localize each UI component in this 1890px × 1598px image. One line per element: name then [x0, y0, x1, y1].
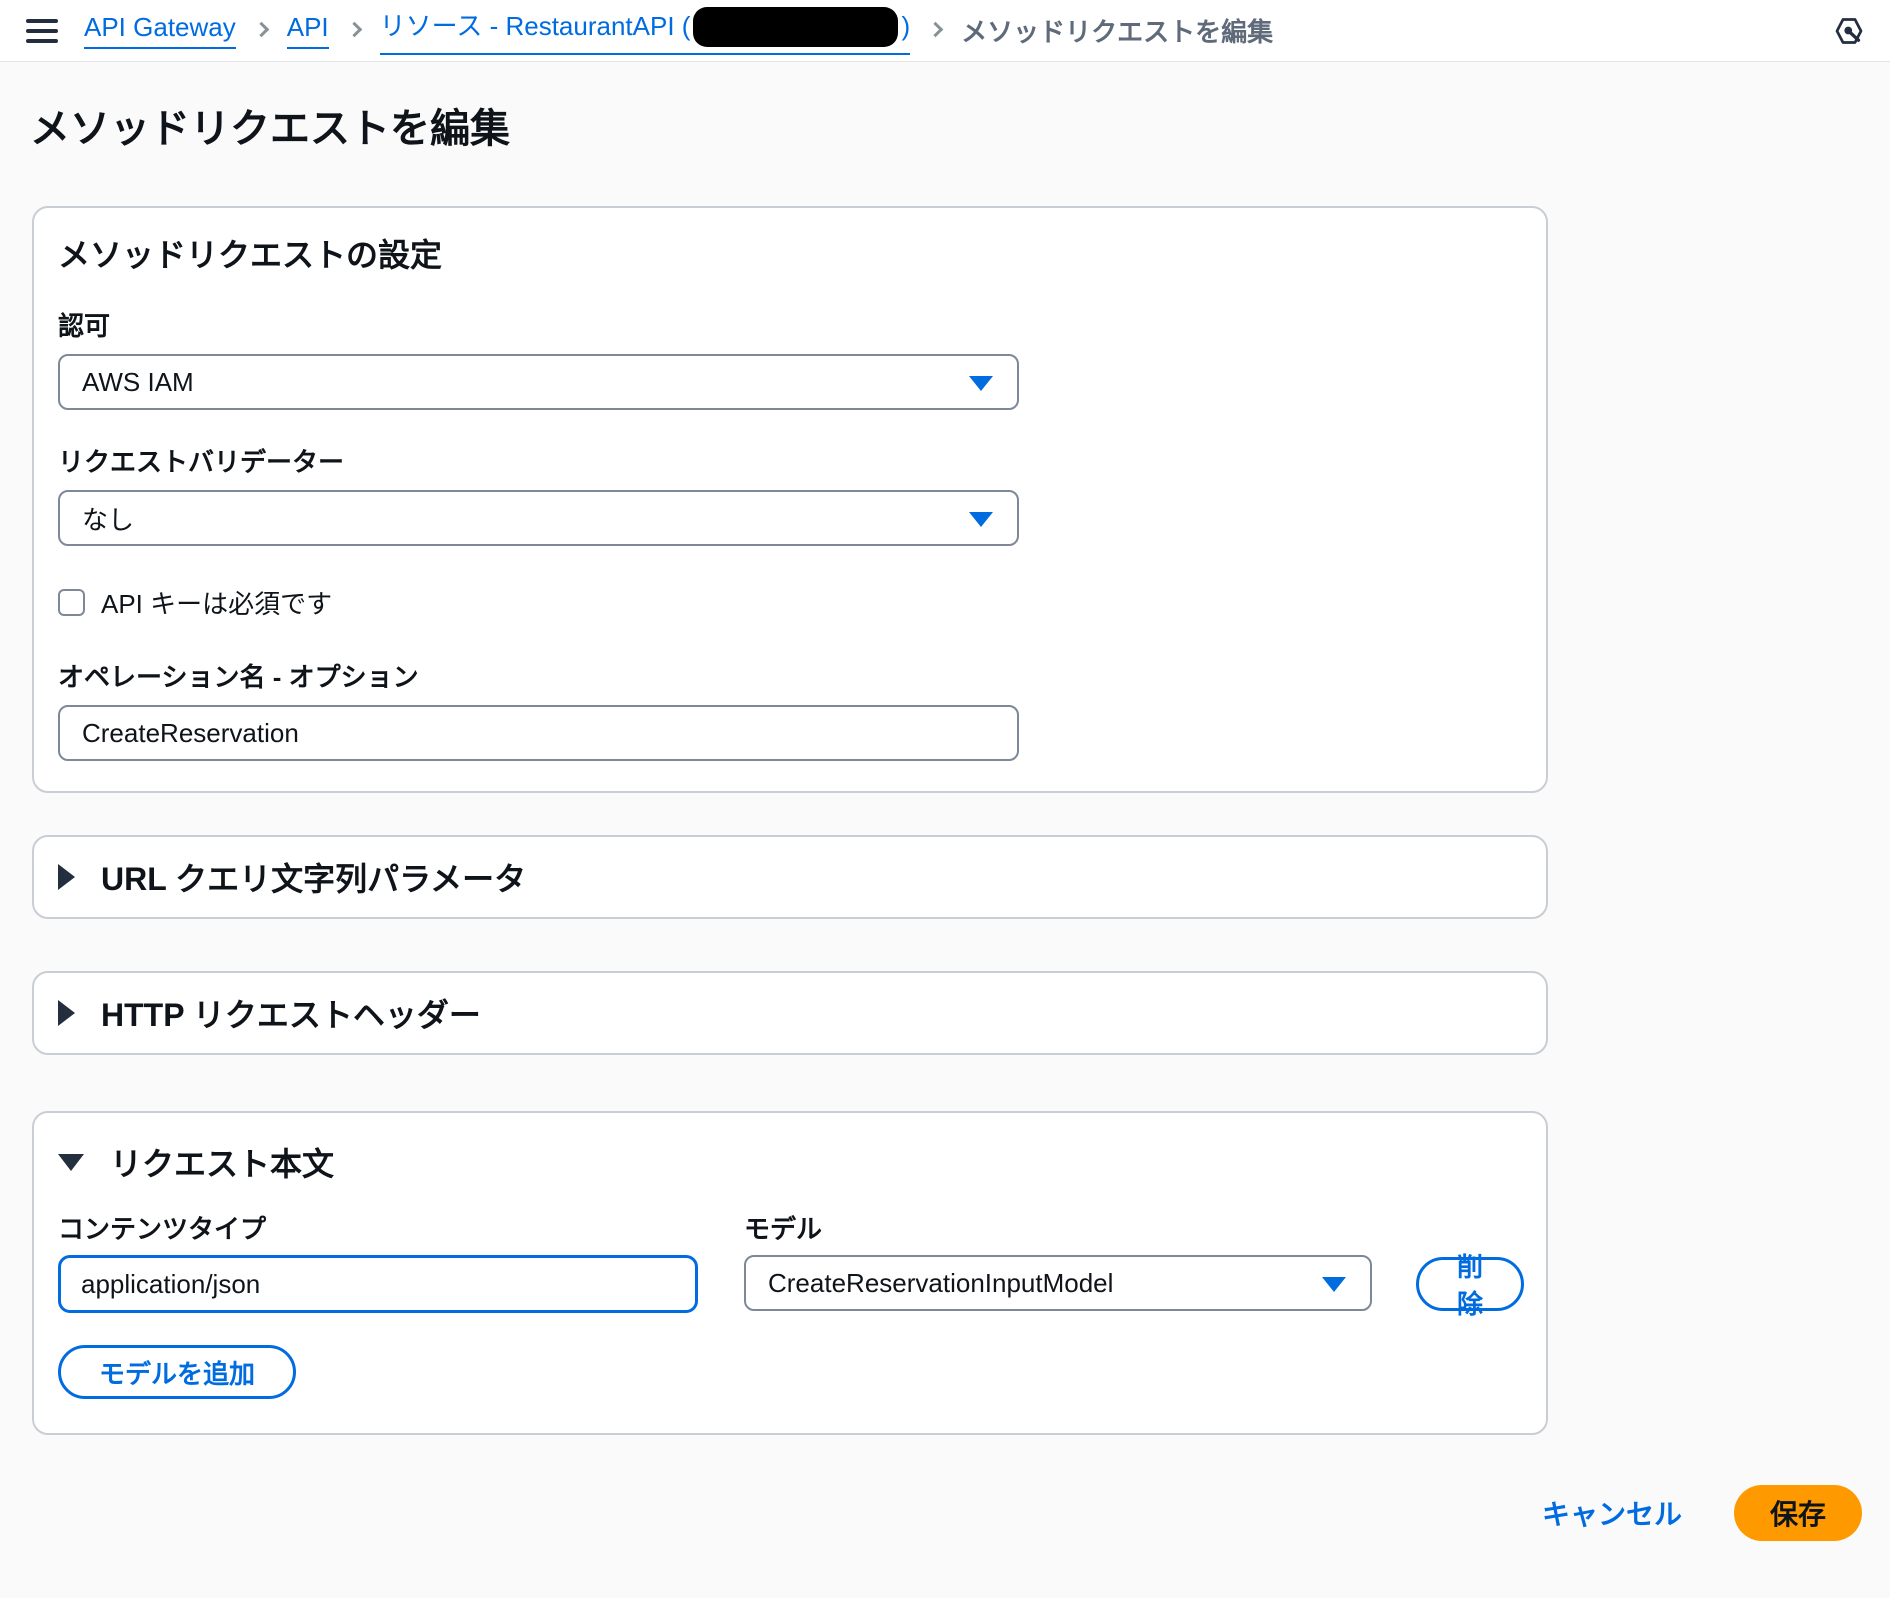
breadcrumb-resource-suffix: ): [901, 10, 911, 41]
request-body-header[interactable]: リクエスト本文: [58, 1143, 1522, 1182]
breadcrumb: API Gateway API リソース - RestaurantAPI () …: [84, 6, 1274, 56]
request-validator-selected-value: なし: [82, 504, 135, 535]
chevron-right-icon: [253, 21, 270, 38]
request-body-section: リクエスト本文 コンテンツタイプ モデル CreateReservationIn…: [32, 1111, 1548, 1435]
url-query-params-title: URL クエリ文字列パラメータ: [101, 861, 527, 897]
method-request-settings-card: メソッドリクエストの設定 認可 AWS IAM リクエストバリデーター なし A…: [32, 206, 1548, 793]
amazon-q-icon[interactable]: [1834, 16, 1864, 46]
top-navigation-bar: API Gateway API リソース - RestaurantAPI () …: [0, 0, 1890, 62]
caret-right-icon: [58, 864, 75, 890]
caret-down-icon: [1322, 1277, 1346, 1292]
delete-model-button[interactable]: 削除: [1416, 1252, 1525, 1319]
chevron-right-icon: [346, 21, 362, 38]
authorization-selected-value: AWS IAM: [82, 366, 194, 397]
settings-card-title: メソッドリクエストの設定: [58, 237, 443, 273]
authorization-select[interactable]: AWS IAM: [58, 354, 1019, 410]
model-row-actions: 削除: [1416, 1213, 1525, 1319]
breadcrumb-current-page: メソッドリクエストを編集: [961, 17, 1274, 47]
request-body-title: リクエスト本文: [110, 1146, 335, 1182]
authorization-label: 認可: [58, 311, 111, 341]
breadcrumb-link-resource[interactable]: リソース - RestaurantAPI (): [379, 6, 911, 56]
http-request-headers-section[interactable]: HTTP リクエストヘッダー: [32, 971, 1548, 1055]
model-selected-value: CreateReservationInputModel: [768, 1267, 1114, 1298]
url-query-params-section[interactable]: URL クエリ文字列パラメータ: [32, 835, 1548, 919]
menu-icon[interactable]: [26, 18, 58, 43]
api-key-required-checkbox[interactable]: [58, 589, 85, 616]
request-validator-label: リクエストバリデーター: [58, 447, 345, 477]
breadcrumb-link-api[interactable]: API: [286, 12, 329, 49]
operation-name-input[interactable]: [58, 705, 1019, 761]
request-body-model-row: コンテンツタイプ モデル CreateReservationInputModel…: [58, 1213, 1525, 1319]
caret-down-icon: [969, 512, 993, 527]
breadcrumb-link-api-gateway[interactable]: API Gateway: [84, 12, 236, 49]
model-select[interactable]: CreateReservationInputModel: [744, 1255, 1372, 1311]
request-validator-select[interactable]: なし: [58, 490, 1019, 546]
cancel-button[interactable]: キャンセル: [1542, 1493, 1682, 1533]
chevron-right-icon: [927, 21, 944, 38]
api-key-required-label: API キーは必須です: [101, 589, 333, 619]
model-field: モデル CreateReservationInputModel: [744, 1213, 1372, 1313]
caret-right-icon: [58, 1000, 75, 1026]
breadcrumb-resource-text: リソース - RestaurantAPI (: [379, 10, 691, 41]
caret-down-icon: [58, 1153, 84, 1171]
model-label: モデル: [744, 1214, 823, 1244]
form-actions: キャンセル 保存: [32, 1485, 1862, 1541]
caret-down-icon: [969, 376, 993, 391]
http-request-headers-title: HTTP リクエストヘッダー: [101, 997, 481, 1033]
content-type-field: コンテンツタイプ: [58, 1213, 698, 1313]
add-model-button[interactable]: モデルを追加: [58, 1345, 297, 1399]
redaction-box: [693, 7, 899, 48]
content-type-input[interactable]: [58, 1255, 698, 1313]
save-button[interactable]: 保存: [1733, 1485, 1862, 1541]
api-key-required-row: API キーは必須です: [58, 584, 1522, 621]
operation-name-label: オペレーション名 - オプション: [58, 662, 419, 692]
page-title: メソッドリクエストを編集: [30, 107, 510, 151]
content-type-label: コンテンツタイプ: [58, 1214, 267, 1244]
